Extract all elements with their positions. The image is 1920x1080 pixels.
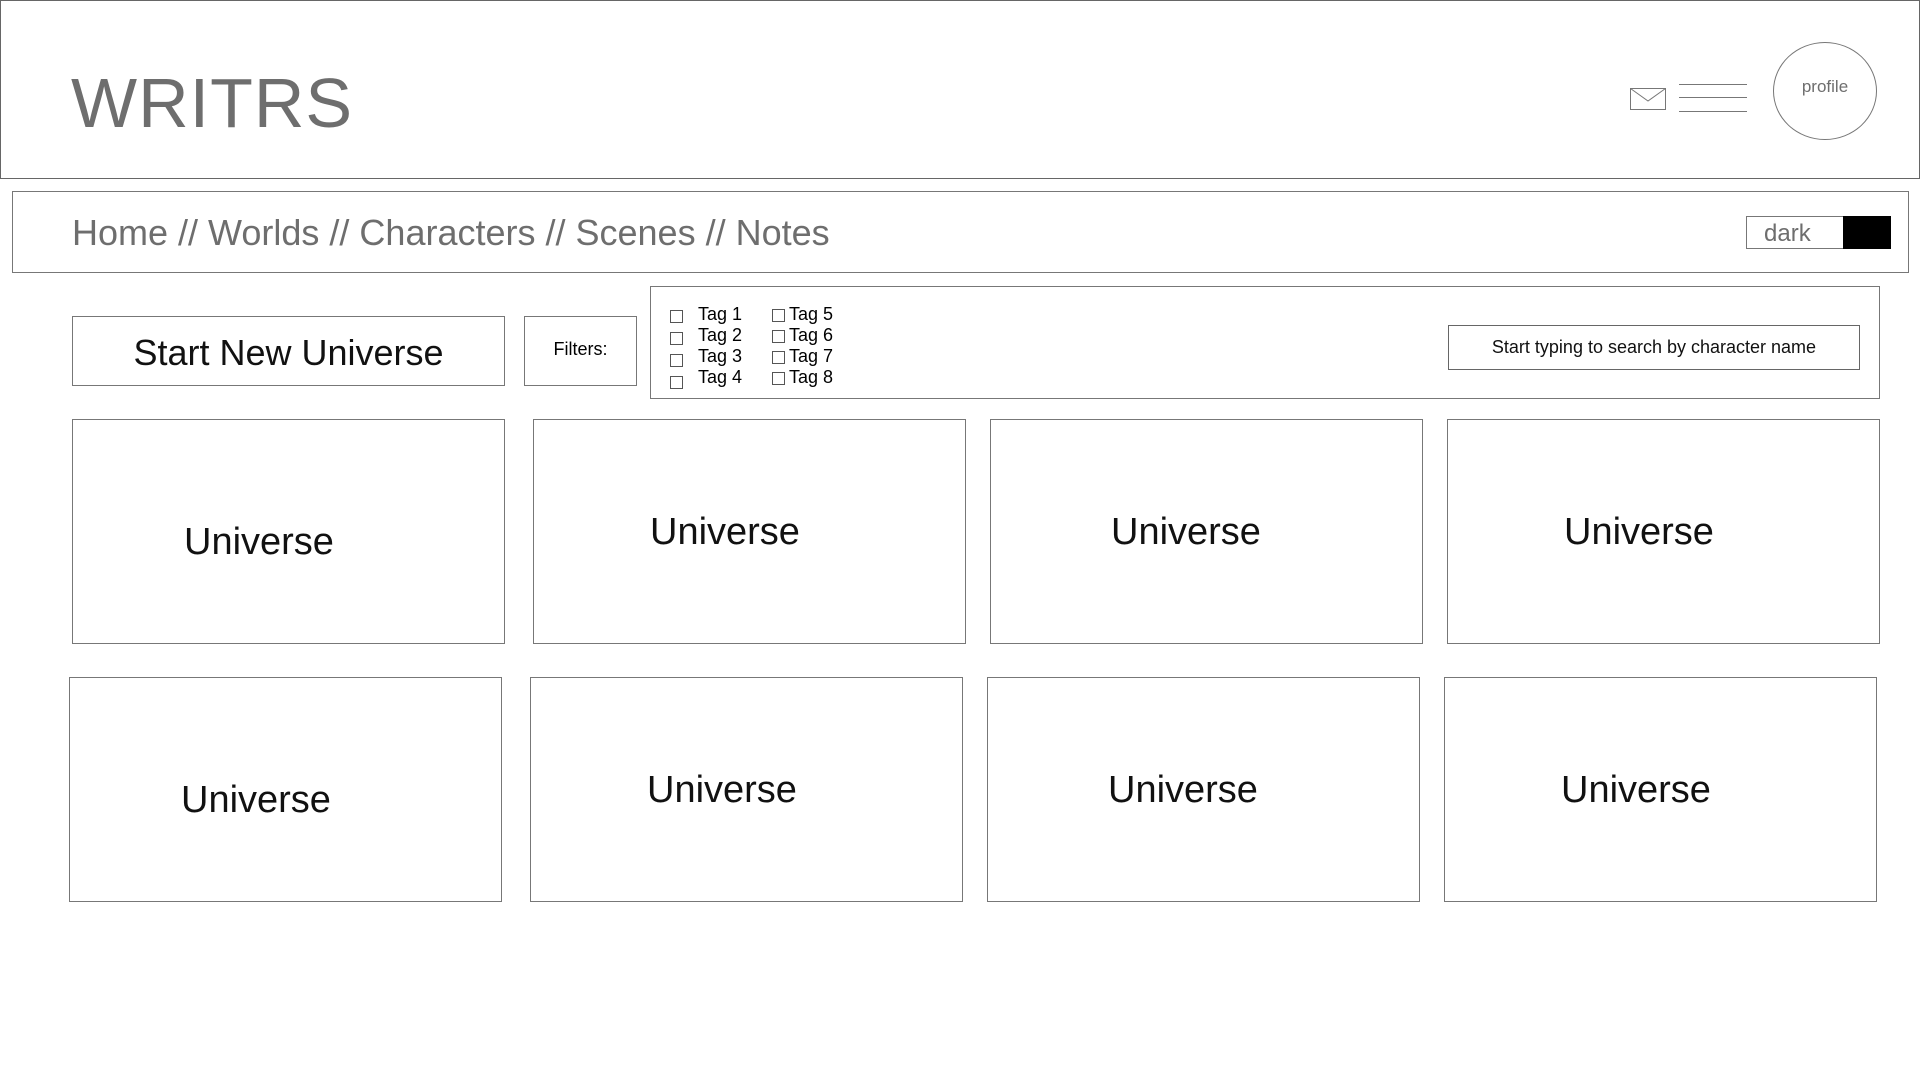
universe-card-label: Universe (184, 521, 334, 563)
breadcrumb-separator: // (329, 212, 350, 253)
tag-checkbox[interactable] (772, 372, 785, 385)
tag-checkbox[interactable] (772, 330, 785, 343)
breadcrumb-separator: // (545, 212, 566, 253)
universe-card-label: Universe (1564, 511, 1714, 553)
tag-label: Tag 4 (698, 367, 743, 387)
universe-card-8[interactable]: Universe (1444, 677, 1877, 902)
filters-label: Filters: (553, 339, 608, 359)
universe-card-label: Universe (1111, 511, 1261, 553)
app-logo[interactable]: WRITRS (71, 63, 353, 143)
breadcrumb-separator: // (178, 212, 199, 253)
breadcrumb: Home//Worlds//Characters//Scenes//Notes (72, 212, 830, 254)
profile-avatar[interactable]: profile (1773, 42, 1877, 140)
tag-label: Tag 7 (789, 346, 834, 366)
breadcrumb-characters[interactable]: Characters (359, 212, 535, 253)
mail-icon[interactable] (1630, 88, 1666, 110)
tag-label: Tag 6 (789, 325, 834, 345)
universe-card-label: Universe (650, 511, 800, 553)
dark-mode-label: dark (1764, 220, 1811, 247)
universe-card-2[interactable]: Universe (533, 419, 966, 644)
universe-card-5[interactable]: Universe (69, 677, 502, 902)
tag-label: Tag 3 (698, 346, 743, 366)
universe-card-6[interactable]: Universe (530, 677, 963, 902)
tag-checkbox[interactable] (670, 354, 683, 367)
universe-card-7[interactable]: Universe (987, 677, 1420, 902)
breadcrumb-notes[interactable]: Notes (736, 212, 830, 253)
filters-label-box: Filters: (524, 316, 637, 386)
character-search-input[interactable] (1448, 325, 1860, 370)
dark-mode-toggle[interactable]: dark (1746, 216, 1891, 249)
tag-checkbox[interactable] (772, 309, 785, 322)
profile-label: profile (1801, 77, 1849, 96)
tag-label: Tag 1 (698, 304, 743, 324)
universe-card-label: Universe (1561, 769, 1711, 811)
tag-checkbox[interactable] (772, 351, 785, 364)
breadcrumb-scenes[interactable]: Scenes (576, 212, 696, 253)
tag-checkbox[interactable] (670, 376, 683, 389)
tag-checkbox[interactable] (670, 332, 683, 345)
breadcrumb-home[interactable]: Home (72, 212, 168, 253)
universe-card-1[interactable]: Universe (72, 419, 505, 644)
universe-card-label: Universe (1108, 769, 1258, 811)
filters-panel: Tag 1 Tag 2 Tag 3 Tag 4 Tag 5 Tag 6 Tag … (650, 286, 1880, 399)
universe-card-label: Universe (647, 769, 797, 811)
start-new-universe-button[interactable]: Start New Universe (72, 316, 505, 386)
tag-label: Tag 2 (698, 325, 743, 345)
breadcrumb-bar: Home//Worlds//Characters//Scenes//Notes … (12, 191, 1909, 273)
breadcrumb-worlds[interactable]: Worlds (208, 212, 319, 253)
breadcrumb-separator: // (705, 212, 726, 253)
tag-checkbox[interactable] (670, 310, 683, 323)
dark-mode-knob[interactable] (1843, 216, 1891, 249)
hamburger-menu-icon[interactable] (1679, 83, 1747, 113)
app-header: WRITRS profile (0, 0, 1920, 179)
start-new-universe-label: Start New Universe (133, 332, 444, 373)
universe-card-label: Universe (181, 779, 331, 821)
tag-label: Tag 5 (789, 304, 834, 324)
tag-label: Tag 8 (789, 367, 834, 387)
universe-card-3[interactable]: Universe (990, 419, 1423, 644)
universe-card-4[interactable]: Universe (1447, 419, 1880, 644)
